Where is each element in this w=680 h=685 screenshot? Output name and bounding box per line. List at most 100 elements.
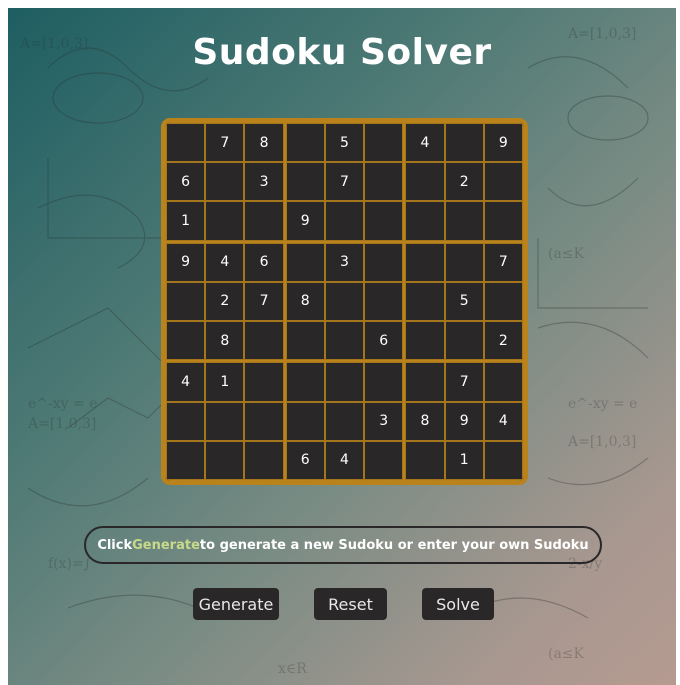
sudoku-cell[interactable] xyxy=(483,362,523,402)
sudoku-cell[interactable] xyxy=(324,281,365,322)
sudoku-box: 364 xyxy=(284,361,405,481)
sudoku-cell[interactable] xyxy=(285,401,325,441)
sudoku-cell[interactable] xyxy=(364,362,404,402)
sudoku-cell[interactable]: 1 xyxy=(444,440,484,480)
svg-text:e^-xy = e: e^-xy = e xyxy=(28,396,97,412)
sudoku-cell[interactable] xyxy=(405,281,445,322)
svg-text:A=[1,0,3]: A=[1,0,3] xyxy=(27,416,96,432)
sudoku-cell[interactable]: 1 xyxy=(205,362,245,402)
sudoku-cell[interactable] xyxy=(166,281,206,322)
sudoku-cell[interactable] xyxy=(444,321,484,361)
sudoku-cell[interactable] xyxy=(285,321,325,361)
sudoku-cell[interactable] xyxy=(166,123,206,163)
sudoku-cell[interactable]: 9 xyxy=(444,401,484,441)
sudoku-cell[interactable] xyxy=(444,242,484,282)
sudoku-cell[interactable]: 3 xyxy=(364,401,404,441)
sudoku-cell[interactable]: 2 xyxy=(205,281,245,322)
sudoku-cell[interactable]: 6 xyxy=(244,242,284,282)
sudoku-cell[interactable] xyxy=(285,162,325,202)
sudoku-cell[interactable] xyxy=(444,123,484,163)
instruction-prefix: Click xyxy=(97,537,133,553)
sudoku-cell[interactable] xyxy=(324,321,365,361)
sudoku-cell[interactable]: 3 xyxy=(324,242,365,282)
sudoku-cell[interactable]: 7 xyxy=(324,162,365,202)
sudoku-cell[interactable] xyxy=(483,201,523,241)
sudoku-cell[interactable]: 4 xyxy=(324,440,365,480)
sudoku-cell[interactable] xyxy=(244,321,284,361)
sudoku-cell[interactable]: 5 xyxy=(324,123,365,163)
sudoku-cell[interactable]: 7 xyxy=(444,362,484,402)
sudoku-cell[interactable] xyxy=(405,321,445,361)
sudoku-cell[interactable]: 5 xyxy=(444,281,484,322)
sudoku-cell[interactable]: 2 xyxy=(444,162,484,202)
sudoku-cell[interactable] xyxy=(166,321,206,361)
sudoku-cell[interactable] xyxy=(205,201,245,241)
svg-text:f(x)=∫: f(x)=∫ xyxy=(48,556,91,572)
sudoku-cell[interactable] xyxy=(364,201,404,241)
sudoku-cell[interactable] xyxy=(405,162,445,202)
sudoku-cell[interactable]: 6 xyxy=(285,440,325,480)
sudoku-cell[interactable] xyxy=(364,281,404,322)
sudoku-cell[interactable] xyxy=(444,201,484,241)
sudoku-box: 946278 xyxy=(165,241,285,362)
sudoku-cell[interactable]: 3 xyxy=(244,162,284,202)
sudoku-cell[interactable] xyxy=(285,123,325,163)
sudoku-box: 492 xyxy=(404,122,524,242)
sudoku-cell[interactable] xyxy=(324,401,365,441)
sudoku-box: 78941 xyxy=(404,361,524,481)
sudoku-cell[interactable] xyxy=(285,242,325,282)
sudoku-cell[interactable]: 4 xyxy=(166,362,206,402)
sudoku-cell[interactable] xyxy=(205,440,245,480)
sudoku-cell[interactable]: 9 xyxy=(285,201,325,241)
sudoku-cell[interactable]: 8 xyxy=(244,123,284,163)
sudoku-cell[interactable] xyxy=(166,401,206,441)
sudoku-cell[interactable] xyxy=(324,362,365,402)
sudoku-cell[interactable] xyxy=(244,401,284,441)
svg-text:(a≤K: (a≤K xyxy=(548,246,585,262)
sudoku-cell[interactable] xyxy=(205,162,245,202)
sudoku-cell[interactable]: 8 xyxy=(405,401,445,441)
sudoku-cell[interactable]: 6 xyxy=(166,162,206,202)
sudoku-cell[interactable]: 4 xyxy=(405,123,445,163)
svg-text:e^-xy = e: e^-xy = e xyxy=(568,396,637,412)
solve-button[interactable]: Solve xyxy=(422,588,494,620)
sudoku-box: 78631 xyxy=(165,122,285,242)
sudoku-cell[interactable]: 2 xyxy=(483,321,523,361)
sudoku-cell[interactable]: 1 xyxy=(166,201,206,241)
sudoku-cell[interactable] xyxy=(324,201,365,241)
sudoku-cell[interactable]: 9 xyxy=(166,242,206,282)
sudoku-cell[interactable] xyxy=(166,440,206,480)
sudoku-cell[interactable] xyxy=(364,242,404,282)
sudoku-cell[interactable]: 8 xyxy=(205,321,245,361)
sudoku-cell[interactable] xyxy=(364,162,404,202)
sudoku-board: 786315794929462783867524136478941 xyxy=(161,118,528,485)
sudoku-cell[interactable]: 7 xyxy=(205,123,245,163)
sudoku-cell[interactable] xyxy=(405,440,445,480)
sudoku-cell[interactable] xyxy=(405,201,445,241)
sudoku-cell[interactable] xyxy=(244,362,284,402)
sudoku-cell[interactable] xyxy=(483,281,523,322)
sudoku-cell[interactable] xyxy=(285,362,325,402)
sudoku-cell[interactable]: 6 xyxy=(364,321,404,361)
sudoku-cell[interactable] xyxy=(244,440,284,480)
sudoku-cell[interactable]: 7 xyxy=(244,281,284,322)
sudoku-cell[interactable]: 8 xyxy=(285,281,325,322)
sudoku-cell[interactable] xyxy=(405,242,445,282)
instruction-highlight-generate: Generate xyxy=(132,537,200,553)
sudoku-cell[interactable] xyxy=(244,201,284,241)
generate-button[interactable]: Generate xyxy=(193,588,279,620)
sudoku-cell[interactable] xyxy=(205,401,245,441)
reset-button[interactable]: Reset xyxy=(314,588,387,620)
sudoku-cell[interactable] xyxy=(483,162,523,202)
instruction-suffix: to generate a new Sudoku or enter your o… xyxy=(199,537,589,553)
sudoku-cell[interactable]: 7 xyxy=(483,242,523,282)
sudoku-cell[interactable]: 4 xyxy=(483,401,523,441)
sudoku-cell[interactable] xyxy=(405,362,445,402)
sudoku-cell[interactable]: 4 xyxy=(205,242,245,282)
svg-text:(a≤K: (a≤K xyxy=(548,646,585,662)
sudoku-cell[interactable] xyxy=(364,123,404,163)
sudoku-cell[interactable] xyxy=(364,440,404,480)
sudoku-cell[interactable] xyxy=(483,440,523,480)
sudoku-cell[interactable]: 9 xyxy=(483,123,523,163)
svg-text:x∈R: x∈R xyxy=(278,661,307,677)
